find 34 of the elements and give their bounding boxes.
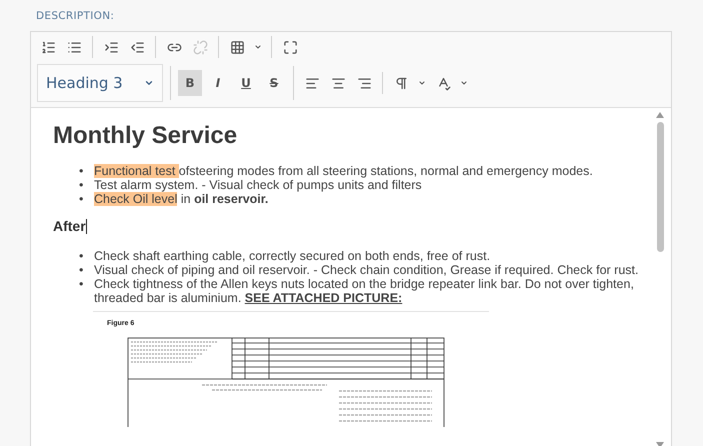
- document-heading: Monthly Service: [53, 122, 238, 150]
- bullet: •: [79, 192, 84, 206]
- list-item: Check tightness of the Allen keys nuts located on the bridge repeater link bar. Do not over tighten, threaded bar is aluminium. SEE ATTACHED PICTURE:: [94, 277, 635, 305]
- bullet: •: [79, 277, 84, 291]
- bullet: •: [79, 164, 84, 178]
- list-item: Check shaft earthing cable, correctly secured on both ends, free of rust.: [94, 249, 492, 263]
- list-item: Test alarm system. - Visual check of pumps units and filters: [94, 178, 423, 192]
- maximize-icon: [282, 40, 298, 54]
- list-item: Visual check of piping and oil reservoir. - Check chain condition, Grease if required. Check for rust.: [94, 263, 639, 277]
- grid-icon: [230, 40, 244, 54]
- scroll-up-icon[interactable]: [656, 112, 664, 118]
- numbered-list-icon: [40, 40, 56, 54]
- caret-icon: [144, 78, 154, 88]
- align-left-icon: [304, 76, 320, 90]
- indent-icon: [104, 40, 118, 54]
- bullet: •: [79, 263, 84, 277]
- bold-button[interactable]: B: [178, 70, 202, 96]
- align-center-icon: [330, 76, 346, 90]
- scrollbar-thumb[interactable]: [656, 122, 664, 252]
- bullet-list-icon: [66, 40, 82, 54]
- outdent-icon: [130, 40, 144, 54]
- align-right-icon: [356, 76, 372, 90]
- strike-button[interactable]: S: [262, 70, 286, 96]
- document-subheading: After: [53, 218, 86, 234]
- list-item: Check Oil level in oil reservoir.: [94, 192, 270, 206]
- underline-button[interactable]: U: [234, 70, 258, 96]
- bullet: •: [79, 249, 84, 263]
- format-dropdown[interactable]: Heading 3: [37, 64, 163, 102]
- list-item: Functional test ofsteering modes from all steering stations, normal and emergency modes.: [94, 164, 594, 178]
- bullet: •: [79, 178, 84, 192]
- italic-button[interactable]: I: [206, 70, 230, 96]
- field-label: DESCRIPTION:: [36, 10, 116, 22]
- unlink-icon: [192, 40, 208, 54]
- paragraph-icon: [394, 76, 408, 90]
